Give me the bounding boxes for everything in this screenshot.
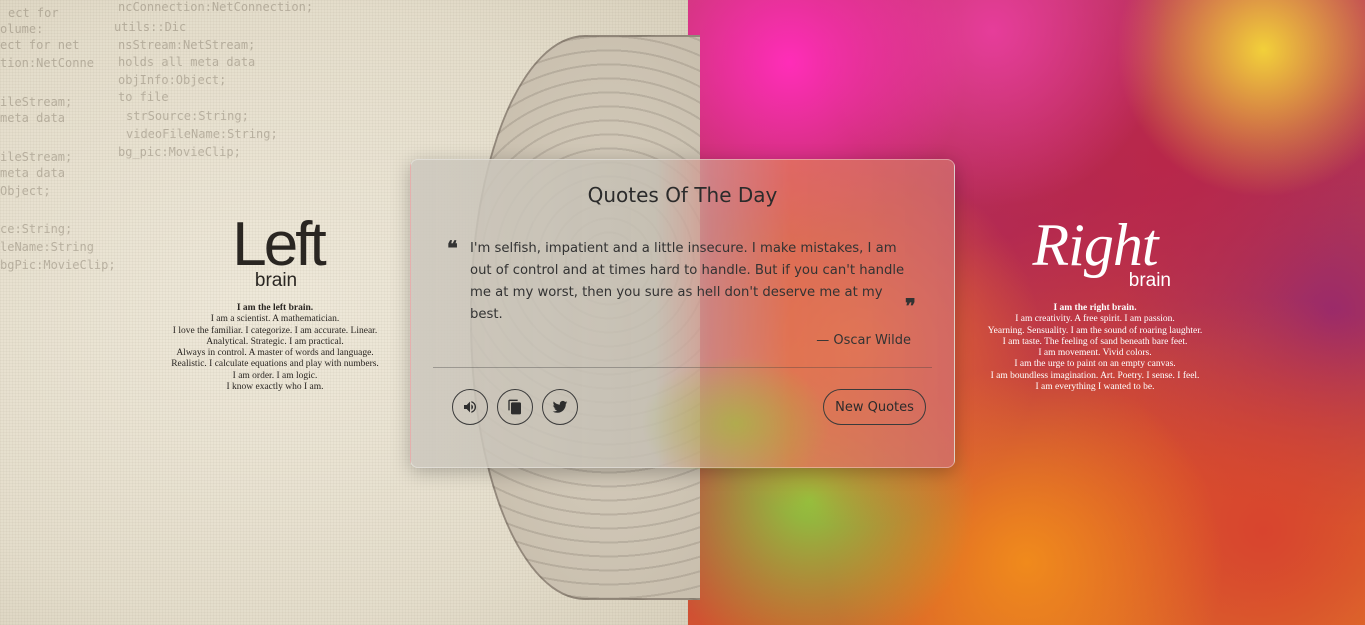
code-line: strSource:String; — [126, 109, 249, 123]
quote-text: I'm selfish, impatient and a little inse… — [470, 241, 905, 322]
quote-author: — Oscar Wilde — [816, 333, 911, 348]
caption-line: Yearning. Sensuality. I am the sound of … — [987, 325, 1203, 336]
caption-line: I love the familiar. I categorize. I am … — [172, 325, 378, 336]
right-brain-title: Right — [1032, 212, 1159, 278]
code-line: ect for net — [0, 38, 80, 52]
caption-line: Realistic. I calculate equations and pla… — [171, 359, 379, 370]
code-line: utils::Dic — [114, 20, 187, 34]
caption-line: I am creativity. A free spirit. I am pas… — [1015, 314, 1175, 325]
left-brain-subtitle: brain — [254, 270, 298, 291]
code-line: olume: — [0, 22, 44, 36]
caption-line: I am taste. The feeling of sand beneath … — [1002, 336, 1188, 347]
quote-open-icon: ❝ — [447, 236, 458, 260]
volume-icon — [464, 401, 477, 413]
code-line: ileStream; — [0, 150, 73, 164]
copy-icon — [508, 399, 521, 415]
code-line: tion:NetConne — [0, 56, 94, 70]
code-line: bgPic:MovieClip; — [0, 258, 116, 272]
code-line: objInfo:Object; — [118, 73, 227, 87]
card-divider — [433, 367, 932, 368]
left-brain-title: Left — [232, 210, 326, 279]
caption-line: I am everything I wanted to be. — [1035, 382, 1155, 393]
caption-line: I am the right brain. — [1053, 303, 1137, 313]
left-brain-caption: Left brain I am the left brain. I am a s… — [150, 210, 400, 393]
code-line: ncConnection:NetConnection; — [118, 0, 314, 14]
caption-line: I am boundless imagination. Art. Poetry.… — [990, 370, 1200, 381]
left-brain-text: I am the left brain. I am a scientist. A… — [150, 303, 400, 393]
speak-button[interactable] — [452, 389, 488, 425]
caption-line: I am order. I am logic. — [232, 370, 318, 381]
code-line: ileStream; — [0, 95, 73, 109]
code-line: leName:String — [0, 240, 94, 254]
caption-line: Always in control. A master of words and… — [176, 348, 374, 359]
right-brain-text: I am the right brain. I am creativity. A… — [975, 303, 1215, 393]
code-line: holds all meta data — [118, 55, 256, 69]
code-line: ce:String; — [0, 222, 73, 236]
code-line: nsStream:NetStream; — [118, 38, 256, 52]
code-line: videoFileName:String; — [126, 127, 278, 141]
caption-line: I am movement. Vivid colors. — [1038, 348, 1152, 359]
new-quote-button[interactable]: New Quotes — [823, 389, 926, 425]
caption-line: Analytical. Strategic. I am practical. — [206, 336, 344, 347]
caption-line: I know exactly who I am. — [226, 382, 324, 393]
tweet-button[interactable] — [542, 389, 578, 425]
code-line: to file — [118, 90, 169, 104]
caption-line: I am a scientist. A mathematician. — [210, 314, 340, 325]
code-line: meta data — [0, 111, 66, 125]
right-brain-caption: Right brain I am the right brain. I am c… — [975, 215, 1215, 393]
quote-card: Quotes Of The Day ❝ I'm selfish, impatie… — [410, 159, 955, 469]
code-line: bg_pic:MovieClip; — [118, 145, 241, 159]
copy-button[interactable] — [497, 389, 533, 425]
code-line: ect for — [8, 6, 59, 20]
caption-line: I am the left brain. — [236, 303, 314, 313]
code-line: Object; — [0, 184, 51, 198]
caption-line: I am the urge to paint on an empty canva… — [1014, 359, 1176, 370]
quote-close-icon: ❞ — [905, 294, 916, 318]
code-line: meta data — [0, 166, 66, 180]
card-title: Quotes Of The Day — [587, 183, 778, 207]
twitter-icon — [552, 400, 568, 413]
